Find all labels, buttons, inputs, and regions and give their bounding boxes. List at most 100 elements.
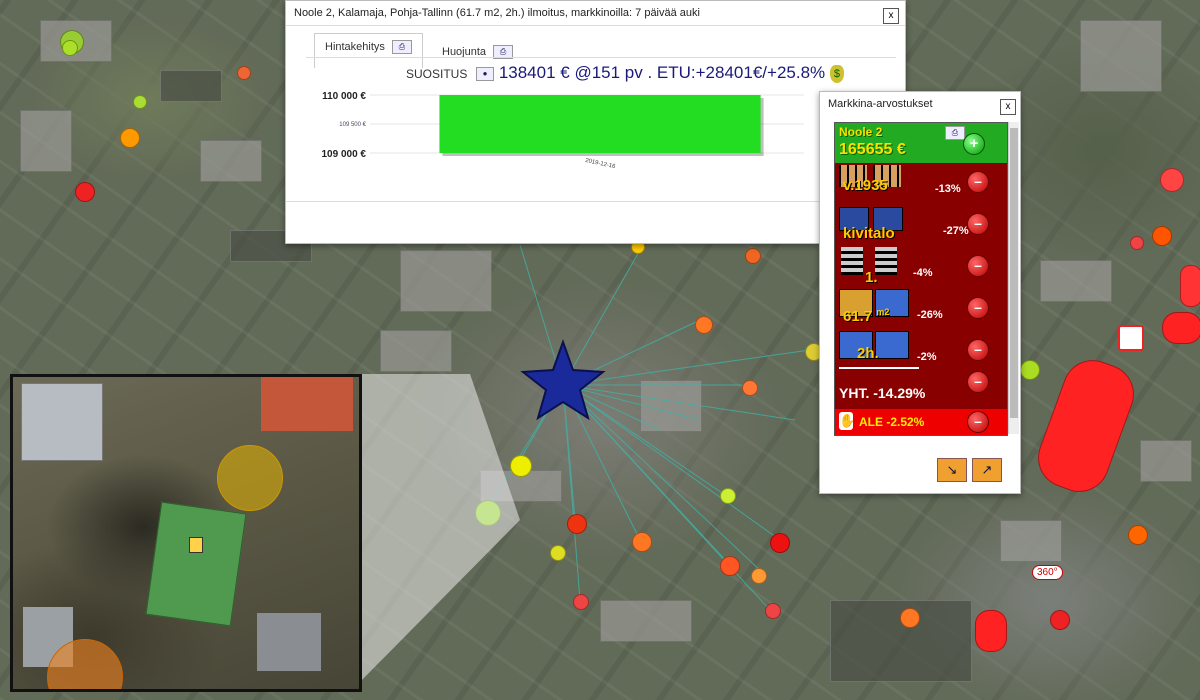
valuation-row-type: kivitalo -27% – bbox=[835, 205, 1007, 247]
add-button[interactable]: + bbox=[963, 133, 985, 155]
scrollbar-thumb[interactable] bbox=[1010, 128, 1018, 418]
valuation-row-floor: 1. -4% – bbox=[835, 247, 1007, 289]
map-marker[interactable] bbox=[1160, 168, 1184, 192]
discount-bar: ✋ ALE -2.52% – bbox=[835, 409, 1007, 435]
remove-button[interactable]: – bbox=[967, 371, 989, 393]
inset-building bbox=[261, 377, 353, 431]
floor-icon bbox=[875, 247, 897, 275]
map-marker-cluster[interactable] bbox=[1180, 265, 1200, 307]
close-button[interactable]: x bbox=[1000, 99, 1016, 115]
year-percent: -13% bbox=[935, 183, 961, 195]
valuation-panel: Noole 2 165655 € ⎙ + v.1935 -13% – kivit… bbox=[834, 122, 1008, 436]
map-marker[interactable] bbox=[720, 488, 736, 504]
map-marker[interactable] bbox=[1130, 236, 1144, 250]
inset-building bbox=[21, 383, 103, 461]
recommendation-label: SUOSITUS bbox=[406, 67, 468, 81]
floor-percent: -4% bbox=[913, 267, 933, 279]
y-tick-label: 109 500 € bbox=[339, 122, 366, 128]
area-unit: m2 bbox=[876, 307, 890, 317]
map-marker[interactable] bbox=[573, 594, 589, 610]
expand-button[interactable]: ↗ bbox=[972, 458, 1002, 482]
tab-huojunta[interactable]: Huojunta ⎙ bbox=[432, 39, 523, 65]
floor-value: 1. bbox=[865, 269, 878, 286]
map-marker[interactable] bbox=[770, 533, 790, 553]
map-marker[interactable] bbox=[1020, 360, 1040, 380]
map-marker[interactable] bbox=[550, 545, 566, 561]
recommendation-text: 138401 € @151 pv . ETU:+28401€/+25.8% bbox=[498, 63, 826, 82]
collapse-button[interactable]: ↘ bbox=[937, 458, 967, 482]
map-marker[interactable] bbox=[765, 603, 781, 619]
inset-marker[interactable] bbox=[217, 445, 283, 511]
x-tick-label: 2019-12-16 bbox=[585, 158, 617, 170]
close-button[interactable]: x bbox=[883, 8, 899, 24]
valuation-row-area: 61.7 m2 -26% – bbox=[835, 289, 1007, 331]
map-marker[interactable] bbox=[720, 556, 740, 576]
remove-button[interactable]: – bbox=[967, 171, 989, 193]
property-price: 165655 € bbox=[839, 141, 906, 158]
map-marker[interactable] bbox=[62, 40, 78, 56]
price-chart: 110 000 € 109 500 € 109 000 € 2019-12-16 bbox=[322, 91, 804, 170]
map-marker[interactable] bbox=[510, 455, 532, 477]
remove-button[interactable]: – bbox=[967, 297, 989, 319]
map-marker[interactable] bbox=[75, 182, 95, 202]
area-number: 61.7 bbox=[843, 308, 873, 325]
floor-icon bbox=[841, 247, 863, 275]
star-marker[interactable] bbox=[520, 339, 606, 421]
y-tick-label: 109 000 € bbox=[322, 149, 367, 160]
tab-label: Hintakehitys bbox=[325, 40, 385, 53]
valuation-window: Markkina-arvostukset x Noole 2 165655 € … bbox=[819, 91, 1021, 494]
magnifier-icon[interactable]: ● bbox=[476, 66, 495, 81]
map-marker-cluster[interactable] bbox=[975, 610, 1007, 652]
type-value: kivitalo bbox=[843, 225, 895, 242]
area-percent: -26% bbox=[917, 309, 943, 321]
window-footer-divider bbox=[286, 201, 905, 202]
inset-building bbox=[145, 501, 247, 627]
chart-bar[interactable] bbox=[439, 95, 761, 153]
recommendation: SUOSITUS ● 138401 € @151 pv . ETU:+28401… bbox=[406, 63, 844, 83]
total-value: YHT. -14.29% bbox=[839, 385, 926, 401]
rooms-percent: -2% bbox=[917, 351, 937, 363]
scrollbar[interactable] bbox=[1008, 122, 1019, 434]
zoom-inset-photo[interactable] bbox=[10, 374, 362, 692]
map-marker[interactable] bbox=[475, 500, 501, 526]
area-value: 61.7 m2 bbox=[843, 307, 889, 325]
map-marker[interactable] bbox=[237, 66, 251, 80]
valuation-header: Noole 2 165655 € ⎙ + bbox=[835, 123, 1007, 163]
property-name: Noole 2 bbox=[839, 125, 883, 139]
tab-divider bbox=[306, 57, 896, 58]
valuation-row-year: v.1935 -13% – bbox=[835, 163, 1007, 205]
print-icon[interactable]: ⎙ bbox=[391, 40, 412, 54]
map-marker[interactable] bbox=[695, 316, 713, 334]
print-icon[interactable]: ⎙ bbox=[945, 126, 965, 140]
listing-window: Noole 2, Kalamaja, Pohja-Tallinn (61.7 m… bbox=[285, 0, 906, 244]
remove-button[interactable]: – bbox=[967, 411, 989, 433]
type-percent: -27% bbox=[943, 225, 969, 237]
map-marker[interactable] bbox=[133, 95, 147, 109]
separator bbox=[839, 367, 919, 369]
map-marker[interactable] bbox=[120, 128, 140, 148]
map-marker[interactable] bbox=[745, 248, 761, 264]
map-marker[interactable] bbox=[742, 380, 758, 396]
rooms-icon bbox=[875, 331, 909, 359]
map-marker[interactable] bbox=[1152, 226, 1172, 246]
inset-building bbox=[257, 613, 321, 671]
valuation-window-title: Markkina-arvostukset bbox=[828, 98, 933, 110]
map-marker[interactable] bbox=[751, 568, 767, 584]
year-value: v.1935 bbox=[843, 177, 888, 194]
listing-window-title: Noole 2, Kalamaja, Pohja-Tallinn (61.7 m… bbox=[286, 1, 905, 26]
house-marker-icon[interactable] bbox=[1118, 325, 1144, 351]
remove-button[interactable]: – bbox=[967, 255, 989, 277]
map-marker[interactable] bbox=[632, 532, 652, 552]
map-marker[interactable] bbox=[900, 608, 920, 628]
map-marker[interactable] bbox=[1128, 525, 1148, 545]
map-marker[interactable] bbox=[1050, 610, 1070, 630]
map-marker[interactable] bbox=[567, 514, 587, 534]
remove-button[interactable]: – bbox=[967, 339, 989, 361]
target-pin-icon bbox=[189, 537, 203, 553]
hand-icon: ✋ bbox=[839, 412, 856, 430]
money-bag-icon: $ bbox=[829, 64, 844, 83]
remove-button[interactable]: – bbox=[967, 213, 989, 235]
y-tick-label: 110 000 € bbox=[322, 91, 366, 102]
badge-360[interactable]: 360° bbox=[1032, 565, 1063, 580]
map-marker-cluster[interactable] bbox=[1162, 312, 1200, 344]
